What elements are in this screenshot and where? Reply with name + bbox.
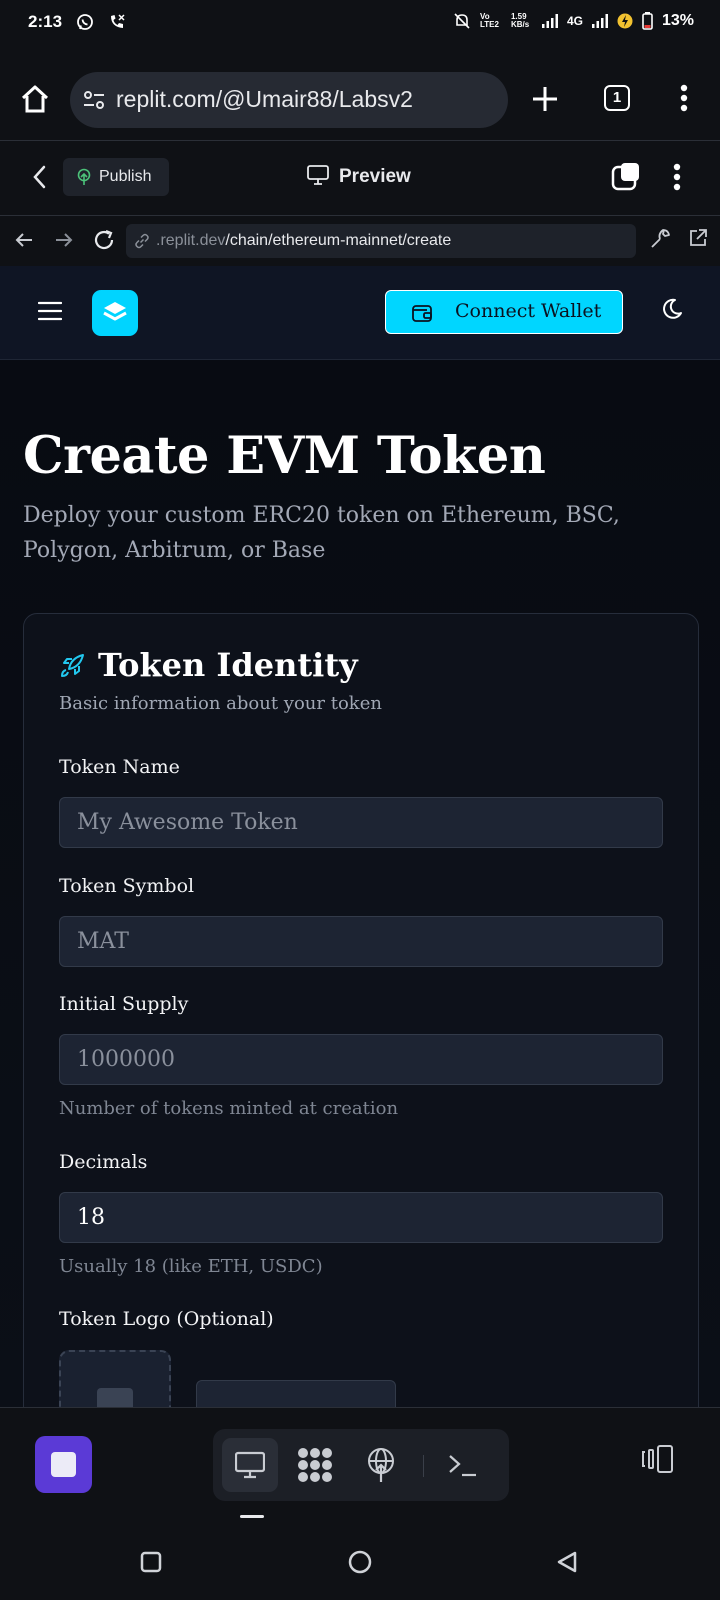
token-name-label: Token Name bbox=[59, 756, 180, 778]
connect-wallet-label: Connect Wallet bbox=[455, 300, 602, 322]
status-time: 2:13 bbox=[28, 12, 63, 31]
browser-menu-icon[interactable] bbox=[680, 84, 688, 112]
main-content: Create EVM Token Deploy your custom ERC2… bbox=[0, 360, 720, 1465]
forward-arrow-icon[interactable] bbox=[54, 230, 74, 250]
token-symbol-label: Token Symbol bbox=[59, 875, 195, 897]
replit-header: Publish Preview bbox=[0, 141, 720, 216]
call-forward-icon bbox=[108, 13, 126, 31]
active-tool-indicator bbox=[240, 1515, 264, 1518]
preview-url-text: .replit.dev/chain/ethereum-mainnet/creat… bbox=[156, 232, 451, 250]
preview-url-domain: .replit.dev bbox=[156, 232, 226, 249]
stop-button[interactable] bbox=[35, 1436, 92, 1493]
url-text[interactable]: replit.com/@Umair88/Labsv2 bbox=[116, 86, 413, 113]
mute-notification-icon bbox=[453, 12, 471, 30]
replit-bottom-toolbar bbox=[0, 1407, 720, 1522]
network-type: 4G bbox=[566, 14, 583, 28]
connect-wallet-button[interactable]: Connect Wallet bbox=[385, 290, 623, 334]
page-title: Create EVM Token bbox=[23, 426, 546, 486]
preview-url-field[interactable]: .replit.dev/chain/ethereum-mainnet/creat… bbox=[126, 224, 636, 258]
page-subtitle: Deploy your custom ERC20 token on Ethere… bbox=[23, 503, 620, 563]
reload-icon[interactable] bbox=[92, 228, 116, 252]
publish-button[interactable]: Publish bbox=[63, 158, 169, 196]
signal-strength-icon bbox=[541, 14, 558, 28]
home-icon[interactable] bbox=[20, 84, 50, 114]
address-bar[interactable]: replit.com/@Umair88/Labsv2 bbox=[70, 72, 508, 128]
browser-toolbar: replit.com/@Umair88/Labsv2 1 bbox=[0, 48, 720, 141]
signal-strength-2-icon bbox=[591, 14, 608, 28]
pane-menu-icon[interactable] bbox=[673, 163, 681, 191]
token-name-field[interactable] bbox=[59, 797, 663, 848]
back-chevron-icon[interactable] bbox=[32, 165, 46, 189]
link-icon bbox=[134, 233, 150, 249]
initial-supply-label: Initial Supply bbox=[59, 993, 189, 1015]
card-subtitle: Basic information about your token bbox=[59, 693, 382, 714]
decimals-field[interactable] bbox=[59, 1192, 663, 1243]
card-title: Token Identity bbox=[98, 646, 358, 684]
data-speed-icon: 1.59 KB/s bbox=[510, 12, 530, 29]
app-logo[interactable] bbox=[92, 290, 138, 336]
decimals-input[interactable] bbox=[60, 1193, 662, 1242]
tab-switcher-button[interactable]: 1 bbox=[604, 85, 630, 111]
wallet-icon bbox=[411, 302, 433, 324]
back-triangle-icon[interactable] bbox=[556, 1550, 578, 1574]
volte-icon: Vo LTE2 bbox=[479, 12, 499, 29]
site-settings-icon[interactable] bbox=[82, 88, 106, 112]
monitor-icon bbox=[307, 164, 329, 186]
charging-icon bbox=[617, 13, 633, 29]
open-external-icon[interactable] bbox=[688, 228, 708, 248]
pane-layout-icon[interactable] bbox=[641, 1444, 675, 1474]
workspace-tool-group bbox=[213, 1429, 509, 1501]
hamburger-menu-icon[interactable] bbox=[38, 301, 62, 321]
new-tab-icon[interactable] bbox=[532, 86, 558, 112]
publish-icon bbox=[75, 168, 93, 186]
status-bar: 2:13 Vo LTE2 1.59 KB/s 4G 13% bbox=[0, 0, 720, 48]
stop-square-icon bbox=[51, 1452, 76, 1477]
decimals-help: Usually 18 (like ETH, USDC) bbox=[59, 1256, 323, 1277]
dark-mode-moon-icon[interactable] bbox=[661, 298, 683, 320]
tool-preview-button[interactable] bbox=[222, 1438, 278, 1492]
token-logo-label: Token Logo (Optional) bbox=[59, 1308, 274, 1330]
battery-percent: 13% bbox=[661, 12, 694, 29]
rocket-icon bbox=[59, 651, 87, 679]
devtools-wrench-icon[interactable] bbox=[649, 228, 671, 250]
token-symbol-input[interactable] bbox=[60, 917, 662, 966]
home-circle-icon[interactable] bbox=[348, 1550, 372, 1574]
initial-supply-help: Number of tokens minted at creation bbox=[59, 1098, 399, 1119]
recents-square-icon[interactable] bbox=[140, 1551, 162, 1573]
decimals-label: Decimals bbox=[59, 1151, 148, 1173]
preview-tab-label[interactable]: Preview bbox=[339, 166, 411, 188]
publish-label: Publish bbox=[99, 168, 152, 185]
initial-supply-field[interactable] bbox=[59, 1034, 663, 1085]
initial-supply-input[interactable] bbox=[60, 1035, 662, 1084]
tab-count: 1 bbox=[612, 89, 622, 106]
layers-logo-icon bbox=[102, 300, 128, 326]
publish-globe-icon[interactable] bbox=[366, 1447, 396, 1483]
battery-icon bbox=[642, 12, 653, 30]
agent-dots-icon[interactable] bbox=[297, 1447, 333, 1483]
token-name-input[interactable] bbox=[60, 798, 662, 847]
whatsapp-icon bbox=[76, 13, 94, 31]
preview-nav-bar: .replit.dev/chain/ethereum-mainnet/creat… bbox=[0, 216, 720, 266]
back-arrow-icon[interactable] bbox=[14, 230, 34, 250]
new-pane-icon[interactable] bbox=[611, 161, 641, 191]
android-navigation-bar bbox=[0, 1521, 720, 1600]
shell-terminal-icon[interactable] bbox=[448, 1453, 478, 1477]
preview-url-path: /chain/ethereum-mainnet/create bbox=[225, 232, 452, 249]
token-identity-card: Token Identity Basic information about y… bbox=[23, 613, 699, 1465]
tool-divider bbox=[423, 1455, 424, 1477]
token-symbol-field[interactable] bbox=[59, 916, 663, 967]
monitor-icon bbox=[235, 1451, 265, 1479]
app-header: Connect Wallet bbox=[0, 266, 720, 360]
